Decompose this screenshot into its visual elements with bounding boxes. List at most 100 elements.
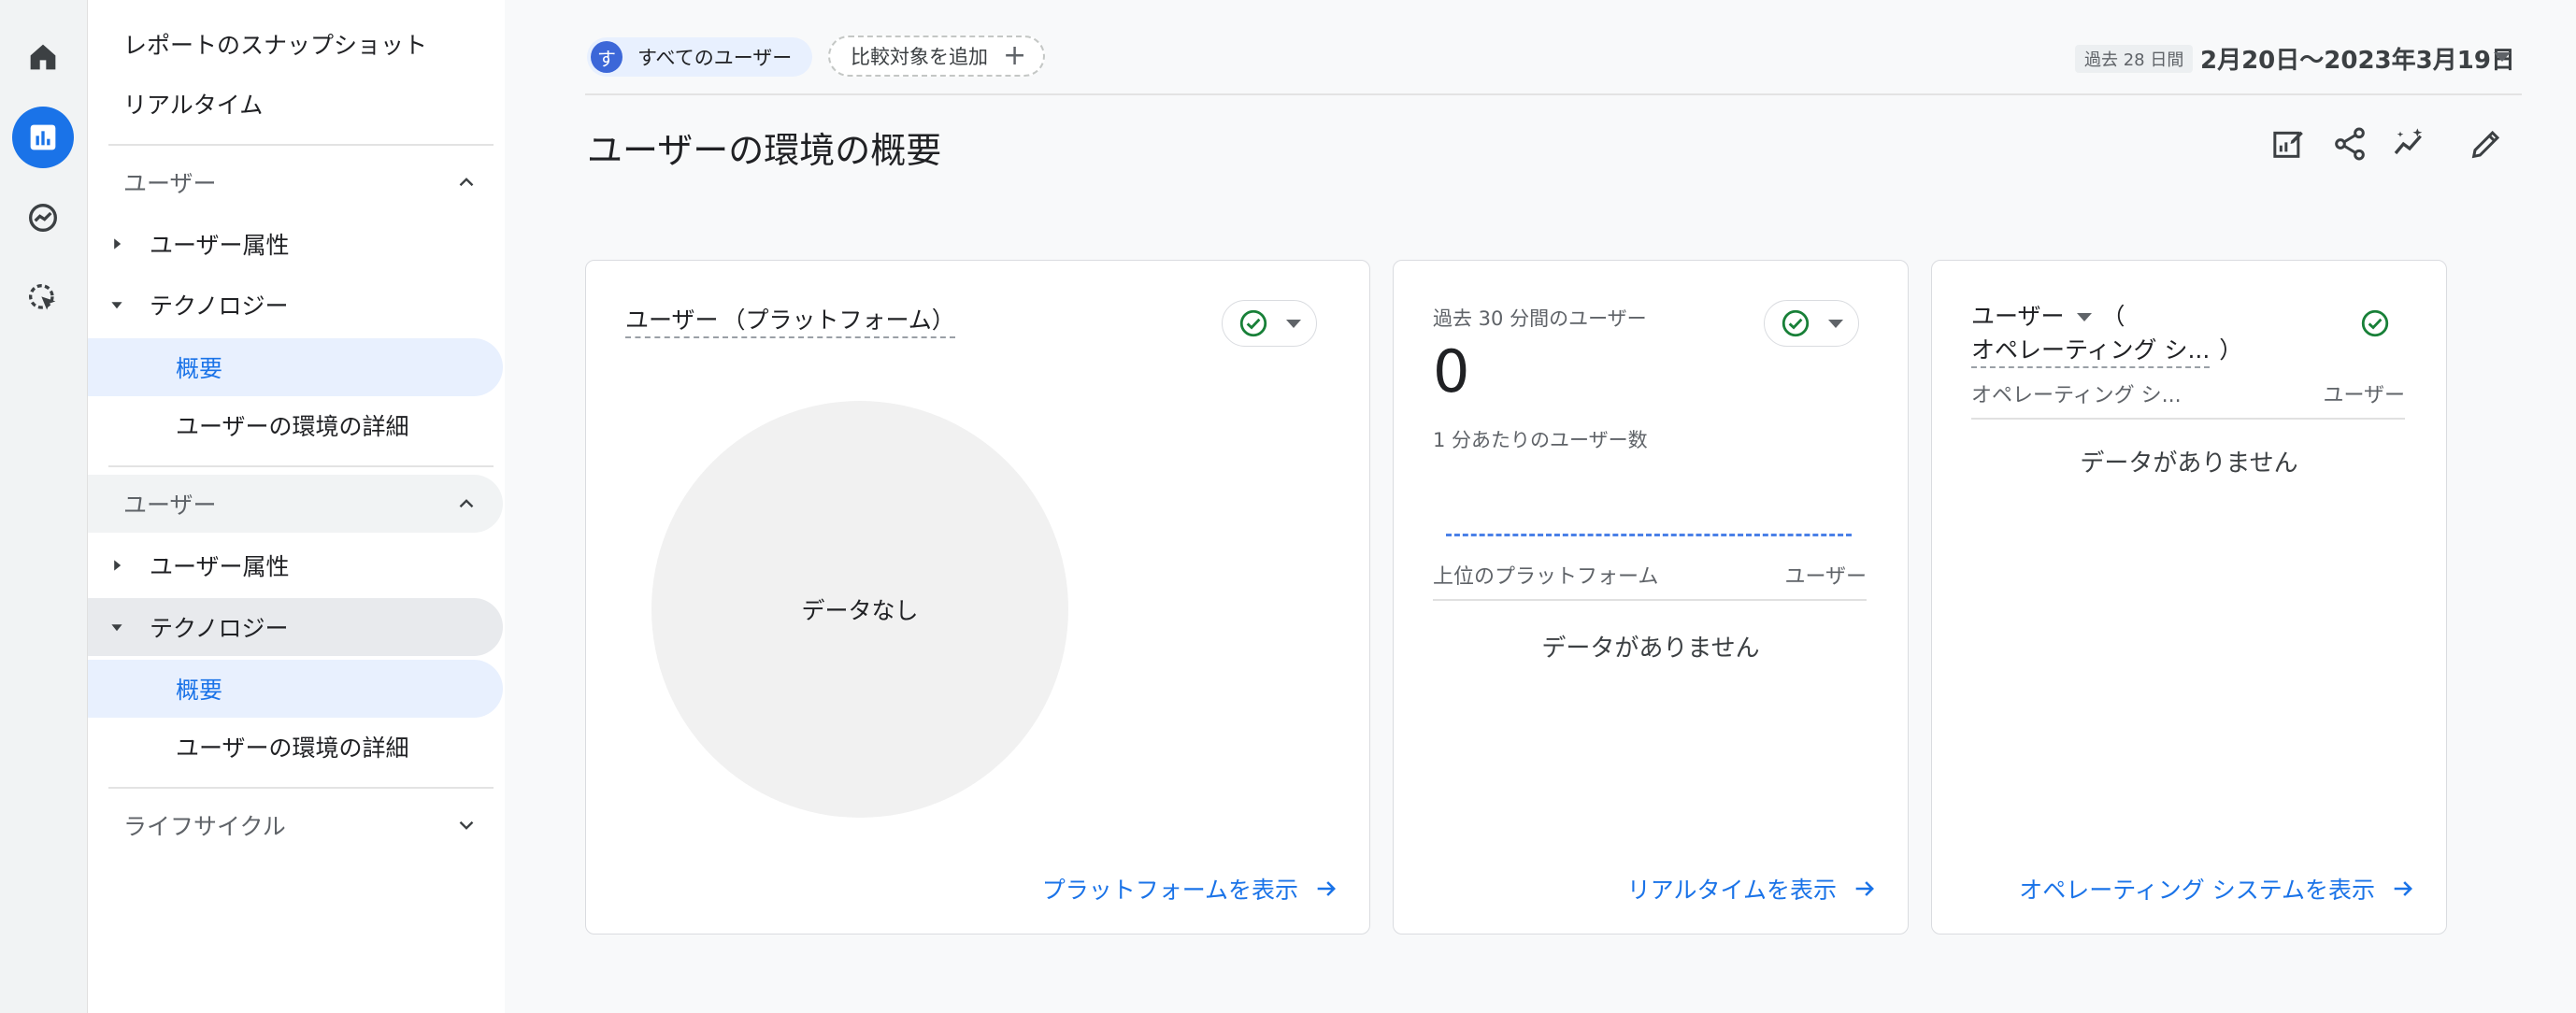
paren: （	[2101, 303, 2125, 330]
dimension-label[interactable]: （プラットフォーム）	[722, 307, 955, 338]
realtime-card: 過去 30 分間のユーザー 0 1 分あたりのユーザー数 上位のプラットフォーム…	[1393, 260, 1909, 935]
view-os-link[interactable]: オペレーティング システムを表示	[2019, 872, 2416, 906]
sidebar-item-label: ユーザーの環境の詳細	[176, 413, 409, 440]
card-status-chip[interactable]	[1222, 300, 1317, 347]
section-title: ユーザー	[123, 492, 217, 519]
caret-right-icon	[114, 560, 122, 571]
section-title: ライフサイクル	[123, 813, 286, 840]
sidebar-section-users-2[interactable]: ユーザー	[88, 475, 503, 533]
sidebar-item-technology[interactable]: テクノロジー	[88, 276, 505, 334]
date-range-selector[interactable]: 2月20日〜2023年3月19日	[2200, 41, 2515, 76]
sidebar-item-demographics-2[interactable]: ユーザー属性	[88, 536, 505, 594]
sidebar-item-label: テクノロジー	[150, 615, 289, 642]
reports-icon[interactable]	[12, 107, 74, 168]
divider	[1971, 418, 2405, 420]
report-sidebar: レポートのスナップショット リアルタイム ユーザー ユーザー属性 テクノロジー …	[88, 0, 505, 1013]
chevron-up-icon	[459, 178, 474, 187]
card-status-chip[interactable]	[2351, 300, 2401, 347]
share-icon[interactable]	[2329, 123, 2370, 164]
caret-right-icon	[114, 238, 122, 250]
sidebar-item-label: ユーザーの環境の詳細	[176, 735, 409, 762]
per-minute-label: 1 分あたりのユーザー数	[1433, 429, 1648, 451]
header-divider	[585, 93, 2522, 95]
home-icon[interactable]	[12, 26, 74, 88]
card-status-chip[interactable]	[1764, 300, 1859, 347]
card-title: ユーザー （プラットフォーム）	[625, 302, 955, 338]
divider	[108, 465, 494, 467]
os-card: ユーザー （ オペレーティング シ... ） オペレーティング シ... ユーザー…	[1931, 260, 2447, 935]
view-platform-link[interactable]: プラットフォームを表示	[1042, 872, 1339, 906]
link-label: オペレーティング システムを表示	[2019, 877, 2375, 904]
plus-icon: +	[1003, 39, 1027, 72]
sidebar-section-lifecycle[interactable]: ライフサイクル	[88, 796, 505, 854]
sidebar-item-overview[interactable]: 概要	[88, 338, 503, 396]
sidebar-section-users[interactable]: ユーザー	[88, 153, 505, 211]
chevron-down-icon	[1286, 319, 1301, 328]
sidebar-item-label: ユーザー属性	[150, 553, 290, 580]
column-header: ユーザー	[1784, 565, 1867, 589]
link-label: プラットフォームを表示	[1041, 877, 1298, 904]
sidebar-item-realtime[interactable]: リアルタイム	[88, 75, 505, 133]
date-dropdown-icon[interactable]	[2494, 52, 2511, 62]
sidebar-item-snapshot[interactable]: レポートのスナップショット	[88, 15, 505, 73]
edit-pencil-icon[interactable]	[2466, 123, 2507, 164]
sidebar-item-tech-details-2[interactable]: ユーザーの環境の詳細	[88, 718, 505, 776]
divider	[1433, 599, 1867, 601]
page-title: ユーザーの環境の概要	[587, 130, 942, 171]
platform-card: ユーザー （プラットフォーム） データなし プラットフォームを表示	[585, 260, 1370, 935]
insights-icon[interactable]	[2389, 123, 2430, 164]
sidebar-item-label: レポートのスナップショット	[123, 32, 428, 59]
divider	[108, 144, 494, 146]
date-period-badge: 過去 28 日間	[2075, 45, 2194, 73]
table-header: 上位のプラットフォーム ユーザー	[1433, 560, 1867, 590]
column-header: ユーザー	[2323, 384, 2405, 407]
column-header: オペレーティング シ...	[1971, 384, 2182, 407]
chevron-down-icon	[1828, 319, 1843, 328]
sidebar-item-demographics[interactable]: ユーザー属性	[88, 215, 505, 273]
no-data-label: データがありません	[2080, 449, 2298, 478]
segment-chip-all-users[interactable]: す すべてのユーザー	[587, 37, 813, 77]
no-data-label: データなし	[801, 597, 919, 624]
sidebar-item-technology-2[interactable]: テクノロジー	[88, 598, 503, 656]
empty-donut-chart: データなし	[651, 401, 1068, 818]
segment-label: すべてのユーザー	[637, 47, 793, 69]
sidebar-item-overview-2[interactable]: 概要	[88, 660, 503, 718]
link-label: リアルタイムを表示	[1626, 877, 1837, 904]
metric-label[interactable]: ユーザー	[1971, 303, 2065, 330]
card-title: ユーザー （ オペレーティング シ... ）	[1971, 300, 2243, 368]
arrow-right-icon	[2394, 881, 2412, 896]
metric-dropdown-icon[interactable]	[2077, 313, 2093, 321]
sparkline-empty	[1446, 534, 1852, 536]
sidebar-item-label: 概要	[176, 677, 223, 704]
no-data-label: データがありません	[1541, 635, 1760, 663]
customize-report-icon[interactable]	[2268, 123, 2309, 164]
realtime-users-value: 0	[1433, 337, 1470, 406]
arrow-right-icon	[1855, 881, 1874, 896]
card-title: 過去 30 分間のユーザー	[1433, 307, 1647, 330]
view-realtime-link[interactable]: リアルタイムを表示	[1627, 872, 1878, 906]
advertising-icon[interactable]	[12, 267, 74, 329]
paren: ）	[2219, 336, 2243, 364]
dimension-label[interactable]: オペレーティング シ...	[1971, 336, 2211, 368]
check-circle-icon	[1782, 309, 1810, 337]
segment-avatar: す	[591, 41, 623, 73]
table-header: オペレーティング シ... ユーザー	[1971, 378, 2405, 408]
sidebar-item-label: 概要	[176, 355, 223, 382]
chevron-up-icon	[459, 499, 474, 508]
add-comparison-button[interactable]: 比較対象を追加 +	[828, 36, 1046, 77]
check-circle-icon	[1239, 309, 1267, 337]
main-content: す すべてのユーザー 比較対象を追加 + 過去 28 日間 2月20日〜2023…	[505, 0, 2576, 1013]
metric-label[interactable]: ユーザー	[625, 307, 719, 338]
column-header: 上位のプラットフォーム	[1433, 565, 1659, 589]
left-nav-rail	[0, 0, 88, 1013]
chevron-down-icon	[459, 820, 474, 830]
sidebar-item-label: ユーザー属性	[150, 232, 290, 259]
caret-down-icon	[111, 624, 122, 632]
explore-icon[interactable]	[12, 187, 74, 249]
divider	[108, 787, 494, 789]
caret-down-icon	[111, 302, 122, 309]
sidebar-item-label: テクノロジー	[150, 292, 289, 320]
add-comparison-label: 比較対象を追加	[851, 46, 988, 68]
sidebar-item-tech-details[interactable]: ユーザーの環境の詳細	[88, 396, 505, 454]
section-title: ユーザー	[123, 170, 217, 197]
